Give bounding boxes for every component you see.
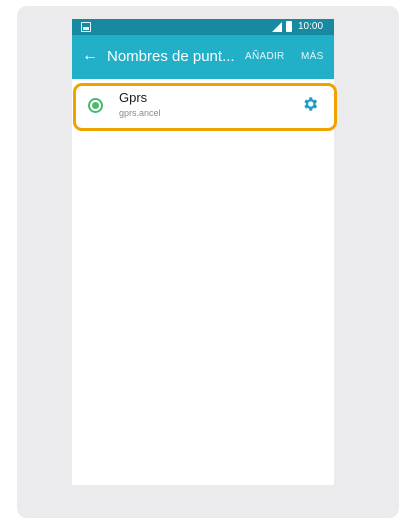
app-bar: ← Nombres de punt... AÑADIR MÁS [72, 35, 334, 79]
status-time: 10:00 [298, 21, 324, 32]
add-button[interactable]: AÑADIR [245, 51, 285, 63]
more-button[interactable]: MÁS [301, 51, 324, 63]
signal-icon [272, 22, 282, 32]
image-icon [81, 22, 91, 32]
battery-icon [286, 21, 292, 32]
page-title: Nombres de punt... [107, 48, 235, 65]
back-arrow-icon[interactable]: ← [81, 47, 99, 65]
status-bar: 10:00 [72, 19, 334, 35]
selection-highlight [73, 83, 337, 131]
